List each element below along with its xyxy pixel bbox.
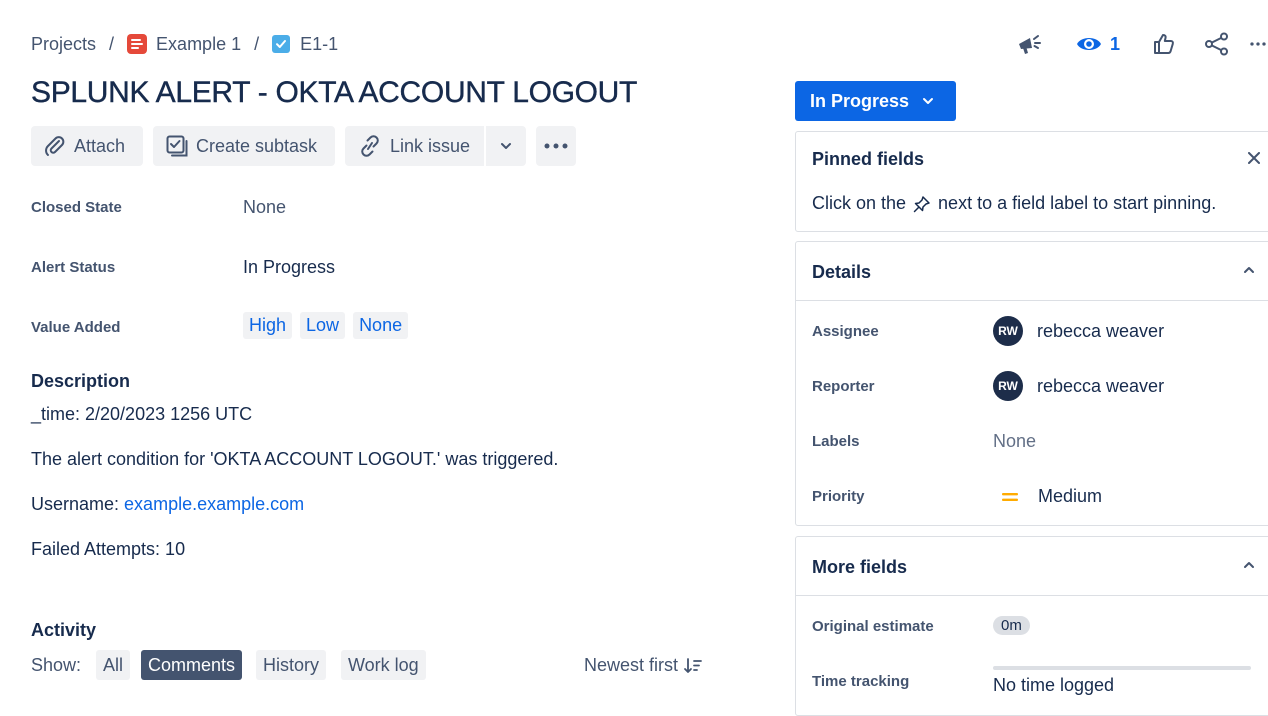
watch-count: 1 <box>1110 33 1121 54</box>
close-pinned-button[interactable] <box>1244 148 1264 168</box>
issue-title[interactable]: SPLUNK ALERT - OKTA ACCOUNT LOGOUT <box>31 76 638 110</box>
time-tracking-label: Time tracking <box>812 673 910 690</box>
avatar: RW <box>993 371 1023 401</box>
chevron-down-icon <box>501 143 511 149</box>
reporter-name: rebecca weaver <box>1037 375 1165 396</box>
attach-button[interactable]: Attach <box>31 126 143 166</box>
priority-value: Medium <box>1038 486 1103 506</box>
share-button[interactable] <box>1204 28 1230 60</box>
filter-worklog-button[interactable]: Work log <box>341 650 426 680</box>
priority-field[interactable]: Medium <box>993 486 1102 507</box>
original-estimate-field[interactable]: 0m <box>993 616 1030 635</box>
eye-icon <box>1077 38 1101 50</box>
description-time: _time: 2/20/2023 1256 UTC <box>31 404 253 424</box>
breadcrumb-project[interactable]: Example 1 <box>156 34 241 55</box>
create-subtask-label: Create subtask <box>196 135 318 156</box>
chevron-up-icon[interactable] <box>1243 561 1255 569</box>
closed-state-label: Closed State <box>31 199 122 216</box>
value-added-tags[interactable]: High Low None <box>243 312 416 339</box>
more-dots-icon <box>544 143 568 149</box>
activity-show-label: Show: <box>31 655 82 675</box>
status-dropdown-button[interactable]: In Progress <box>795 81 956 121</box>
time-tracking-bar[interactable] <box>993 666 1251 670</box>
value-added-tag[interactable]: None <box>353 312 409 339</box>
value-added-tag[interactable]: High <box>243 312 293 339</box>
activity-heading: Activity <box>31 620 97 640</box>
more-dots-icon <box>1250 42 1266 46</box>
assignee-field[interactable]: RW rebecca weaver <box>993 316 1164 346</box>
reporter-label: Reporter <box>812 378 875 395</box>
vote-button[interactable] <box>1152 28 1176 60</box>
labels-label: Labels <box>812 433 860 450</box>
value-added-label: Value Added <box>31 319 121 336</box>
reporter-field[interactable]: RW rebecca weaver <box>993 371 1164 401</box>
filter-history-button[interactable]: History <box>256 650 327 680</box>
subtask-icon <box>166 135 188 157</box>
assignee-name: rebecca weaver <box>1037 320 1165 341</box>
pinned-fields-heading: Pinned fields <box>812 149 925 169</box>
more-fields-heading[interactable]: More fields <box>812 557 907 578</box>
breadcrumb: Projects / Example 1 / E1-1 <box>31 32 338 56</box>
chevron-down-icon <box>923 98 934 104</box>
link-issue-label: Link issue <box>390 135 471 156</box>
status-label: In Progress <box>810 90 910 111</box>
more-actions-button[interactable] <box>1250 28 1266 60</box>
pinned-hint-start: Click on the <box>812 193 907 213</box>
avatar: RW <box>993 316 1023 346</box>
issue-header-actions: 1 <box>1012 28 1266 60</box>
breadcrumb-projects[interactable]: Projects <box>31 34 96 55</box>
megaphone-icon <box>1019 35 1041 54</box>
link-icon <box>361 135 379 157</box>
close-icon <box>1248 152 1260 164</box>
alert-status-value[interactable]: In Progress <box>243 257 335 278</box>
paperclip-icon <box>45 136 65 156</box>
description-failed-attempts: Failed Attempts: 10 <box>31 539 186 559</box>
assignee-label: Assignee <box>812 323 879 340</box>
share-icon <box>1205 32 1229 56</box>
sort-order-label: Newest first <box>584 655 679 675</box>
divider <box>796 595 1268 596</box>
description-username: Username: example.example.com <box>31 494 304 515</box>
username-link[interactable]: example.example.com <box>124 494 304 514</box>
breadcrumb-issue-key[interactable]: E1-1 <box>300 34 338 55</box>
sort-descending-icon <box>684 657 702 673</box>
attach-label: Attach <box>74 135 126 156</box>
time-tracking-value: No time logged <box>993 675 1115 695</box>
original-estimate-value: 0m <box>993 616 1030 635</box>
labels-value[interactable]: None <box>993 431 1036 452</box>
breadcrumb-separator: / <box>254 33 260 54</box>
task-checkbox-icon <box>272 35 291 53</box>
details-heading[interactable]: Details <box>812 262 871 283</box>
priority-label: Priority <box>812 488 865 505</box>
link-issue-dropdown-button[interactable] <box>486 126 526 166</box>
project-icon <box>127 34 148 54</box>
description-condition: The alert condition for 'OKTA ACCOUNT LO… <box>31 449 559 469</box>
create-subtask-button[interactable]: Create subtask <box>153 126 335 166</box>
divider <box>796 300 1268 301</box>
username-label: Username: <box>31 494 125 514</box>
pinned-hint: Click on the next to a field label to st… <box>812 193 1216 214</box>
give-feedback-button[interactable] <box>1012 28 1048 60</box>
alert-status-label: Alert Status <box>31 259 116 276</box>
description-heading: Description <box>31 371 131 391</box>
filter-all-button[interactable]: All <box>96 650 131 680</box>
breadcrumb-separator: / <box>109 33 115 54</box>
original-estimate-label: Original estimate <box>812 618 934 635</box>
pinned-hint-end: next to a field label to start pinning. <box>938 193 1217 213</box>
value-added-tag[interactable]: Low <box>300 312 346 339</box>
priority-medium-icon <box>1002 492 1018 501</box>
closed-state-value[interactable]: None <box>243 197 286 218</box>
filter-comments-button[interactable]: Comments <box>141 650 243 680</box>
pin-icon <box>913 195 930 212</box>
pinned-fields-panel: Pinned fields Click on the next to a fie… <box>795 131 1268 232</box>
sort-order-button[interactable]: Newest first <box>584 655 703 676</box>
chevron-up-icon[interactable] <box>1243 266 1255 274</box>
link-issue-button[interactable]: Link issue <box>345 126 484 166</box>
watch-button[interactable]: 1 <box>1076 28 1120 60</box>
more-toolbar-button[interactable] <box>536 126 576 166</box>
thumbs-up-icon <box>1154 34 1174 54</box>
